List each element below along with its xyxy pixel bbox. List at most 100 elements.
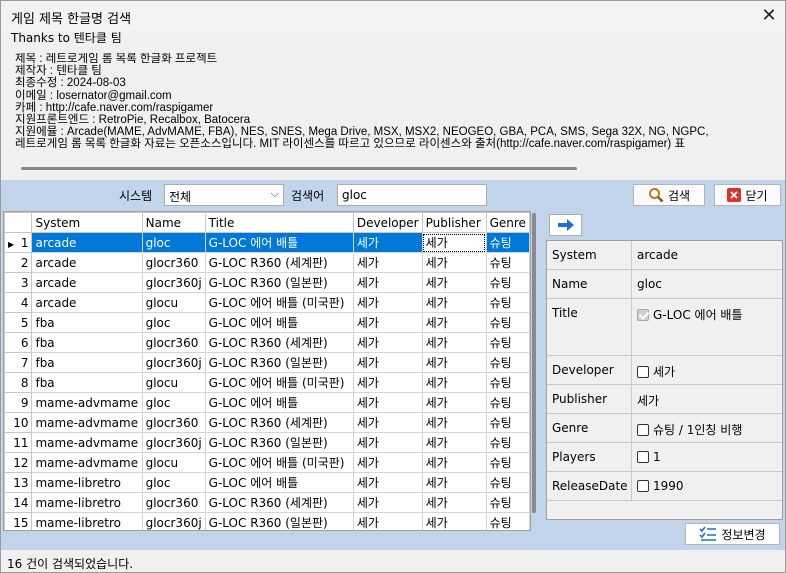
detail-value[interactable]: arcade [637, 248, 678, 262]
row-header[interactable]: 15 [4, 512, 33, 530]
cell-pub[interactable]: 세가 [421, 512, 487, 530]
table-row[interactable]: 2 arcade glocr360 G-LOC R360 (세계판) 세가 세가 슈팅 [4, 252, 530, 273]
cell-name[interactable]: glocr360 [141, 252, 206, 273]
cell-dev[interactable]: 세가 [352, 312, 423, 333]
cell-genre[interactable]: 슈팅 [485, 452, 530, 473]
cell-pub[interactable]: 세가 [421, 312, 487, 333]
row-header[interactable]: 3 [4, 272, 33, 293]
table-row[interactable]: 6 fba glocr360 G-LOC R360 (세계판) 세가 세가 슈팅 [4, 332, 530, 353]
table-row[interactable]: 14 mame-libretro glocr360 G-LOC R360 (세계판) 세… [4, 492, 530, 513]
cell-name[interactable]: glocr360 [141, 492, 206, 513]
results-grid[interactable]: System Name Title Developer Publisher Genre ▶… [3, 211, 531, 531]
cell-pub[interactable]: 세가 [421, 432, 487, 453]
cell-dev[interactable]: 세가 [352, 272, 423, 293]
row-header[interactable]: 14 [4, 492, 33, 513]
close-window-button[interactable]: ✕ [753, 1, 785, 31]
cell-pub[interactable]: 세가 [421, 452, 487, 473]
table-row[interactable]: 4 arcade glocu G-LOC 에어 배틀 (미국판) 세가 세가 슈팅 [4, 292, 530, 313]
row-header[interactable]: 4 [4, 292, 33, 313]
detail-checkbox[interactable] [637, 308, 649, 321]
cell-name[interactable]: glocu [141, 292, 206, 313]
cell-name[interactable]: glocu [141, 452, 206, 473]
table-row[interactable]: 8 fba glocu G-LOC 에어 배틀 (미국판) 세가 세가 슈팅 [4, 372, 530, 393]
cell-system[interactable]: arcade [31, 252, 143, 273]
update-info-button[interactable]: 정보변경 [685, 523, 780, 545]
cell-genre[interactable]: 슈팅 [485, 392, 530, 413]
cell-title[interactable]: G-LOC R360 (세계판) [204, 332, 354, 353]
cell-system[interactable]: mame-advmame [31, 432, 143, 453]
cell-dev[interactable]: 세가 [352, 292, 423, 313]
cell-name[interactable]: glocr360j [141, 272, 206, 293]
cell-pub[interactable]: 세가 [421, 232, 487, 253]
row-header[interactable]: 7 [4, 352, 33, 373]
cell-system[interactable]: mame-advmame [31, 452, 143, 473]
cell-name[interactable]: gloc [141, 312, 206, 333]
row-header[interactable]: 9 [4, 392, 33, 413]
cell-name[interactable]: glocr360j [141, 352, 206, 373]
detail-value[interactable]: 슈팅 / 1인칭 비행 [637, 421, 742, 438]
cell-pub[interactable]: 세가 [421, 412, 487, 433]
table-row[interactable]: 10 mame-advmame glocr360 G-LOC R360 (세계판) 세가… [4, 412, 530, 433]
detail-checkbox[interactable] [637, 365, 649, 378]
row-header[interactable]: ▶ 1 [4, 232, 33, 253]
cell-system[interactable]: arcade [31, 232, 143, 253]
cell-system[interactable]: fba [31, 372, 143, 393]
table-row[interactable]: 7 fba glocr360j G-LOC R360 (일본판) 세가 세가 슈팅 [4, 352, 530, 373]
cell-pub[interactable]: 세가 [421, 272, 487, 293]
detail-value[interactable]: 1 [637, 450, 661, 464]
cell-dev[interactable]: 세가 [352, 352, 423, 373]
grid-vertical-scrollbar[interactable] [532, 213, 536, 513]
cell-dev[interactable]: 세가 [352, 512, 423, 530]
cell-title[interactable]: G-LOC R360 (일본판) [204, 272, 354, 293]
cell-pub[interactable]: 세가 [421, 352, 487, 373]
detail-checkbox[interactable] [637, 480, 649, 492]
system-select[interactable]: 전체 ⌵ [164, 184, 284, 206]
cell-dev[interactable]: 세가 [352, 232, 423, 253]
detail-value[interactable]: gloc [637, 277, 662, 291]
detail-checkbox[interactable] [637, 423, 649, 436]
detail-checkbox[interactable] [637, 451, 649, 463]
cell-system[interactable]: arcade [31, 292, 143, 313]
cell-dev[interactable]: 세가 [352, 392, 423, 413]
detail-value[interactable]: G-LOC 에어 배틀 [637, 306, 743, 323]
row-header[interactable]: 5 [4, 312, 33, 333]
cell-pub[interactable]: 세가 [421, 332, 487, 353]
cell-pub[interactable]: 세가 [421, 372, 487, 393]
info-horizontal-scrollbar[interactable] [21, 167, 577, 170]
table-row[interactable]: 5 fba gloc G-LOC 에어 배틀 세가 세가 슈팅 [4, 312, 530, 333]
cell-dev[interactable]: 세가 [352, 432, 423, 453]
cell-title[interactable]: G-LOC 에어 배틀 (미국판) [204, 292, 354, 313]
cell-dev[interactable]: 세가 [352, 332, 423, 353]
cell-genre[interactable]: 슈팅 [485, 492, 530, 513]
cell-name[interactable]: glocu [141, 372, 206, 393]
cell-system[interactable]: fba [31, 332, 143, 353]
cell-name[interactable]: gloc [141, 232, 206, 253]
cell-system[interactable]: mame-libretro [31, 512, 143, 530]
cell-title[interactable]: G-LOC R360 (세계판) [204, 412, 354, 433]
cell-title[interactable]: G-LOC 에어 배틀 [204, 312, 354, 333]
column-header-publisher[interactable]: Publisher [421, 212, 487, 233]
cell-dev[interactable]: 세가 [352, 452, 423, 473]
cell-pub[interactable]: 세가 [421, 472, 487, 493]
cell-dev[interactable]: 세가 [352, 252, 423, 273]
cell-pub[interactable]: 세가 [421, 492, 487, 513]
cell-title[interactable]: G-LOC 에어 배틀 (미국판) [204, 372, 354, 393]
cell-title[interactable]: G-LOC R360 (일본판) [204, 512, 354, 530]
search-button[interactable]: 검색 [633, 184, 705, 206]
row-header[interactable]: 12 [4, 452, 33, 473]
table-row[interactable]: ▶ 1 arcade gloc G-LOC 에어 배틀 세가 세가 슈팅 [4, 232, 530, 253]
cell-pub[interactable]: 세가 [421, 292, 487, 313]
row-header[interactable]: 10 [4, 412, 33, 433]
keyword-input[interactable] [337, 184, 487, 206]
close-button[interactable]: 닫기 [714, 184, 781, 206]
column-header-developer[interactable]: Developer [352, 212, 423, 233]
cell-title[interactable]: G-LOC 에어 배틀 [204, 392, 354, 413]
cell-dev[interactable]: 세가 [352, 412, 423, 433]
cell-title[interactable]: G-LOC 에어 배틀 (미국판) [204, 452, 354, 473]
cell-genre[interactable]: 슈팅 [485, 372, 530, 393]
info-text-area[interactable]: 제목 : 레트로게임 롬 목록 한글화 프로젝트 제작자 : 텐타클 팀 최종수정 … [15, 53, 785, 153]
column-header-title[interactable]: Title [204, 212, 354, 233]
detail-value[interactable]: 1990 [637, 479, 684, 493]
row-header[interactable]: 13 [4, 472, 33, 493]
table-row[interactable]: 3 arcade glocr360j G-LOC R360 (일본판) 세가 세가 슈팅 [4, 272, 530, 293]
